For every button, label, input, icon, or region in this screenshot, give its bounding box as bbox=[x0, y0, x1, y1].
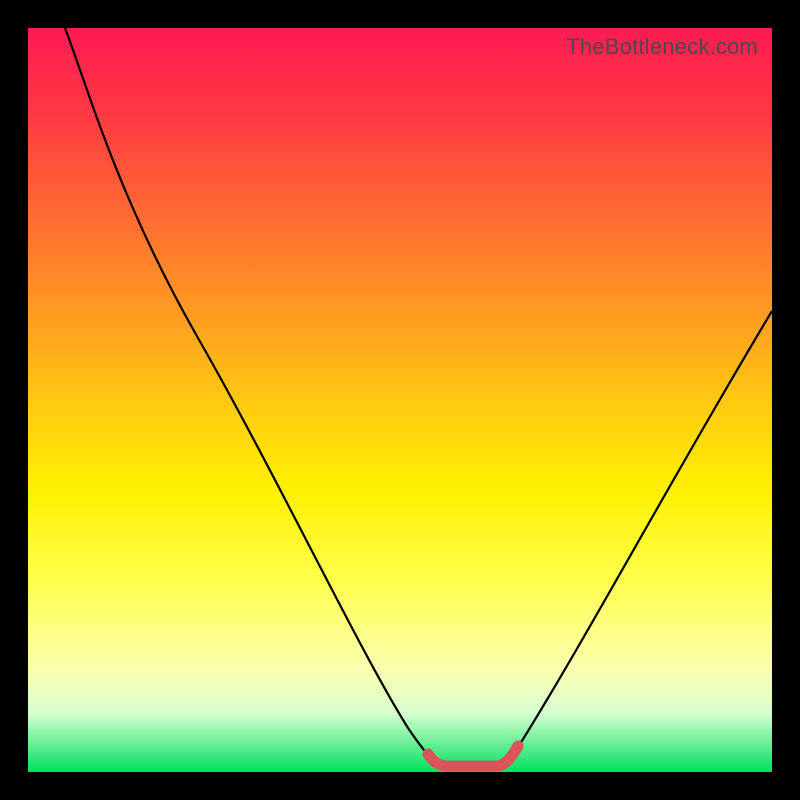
bottleneck-curve bbox=[65, 28, 772, 766]
optimal-zone-marker bbox=[428, 746, 518, 766]
chart-frame: TheBottleneck.com bbox=[0, 0, 800, 800]
optimal-zone-start-dot bbox=[423, 749, 434, 760]
curve-layer bbox=[28, 28, 772, 772]
plot-area: TheBottleneck.com bbox=[28, 28, 772, 772]
